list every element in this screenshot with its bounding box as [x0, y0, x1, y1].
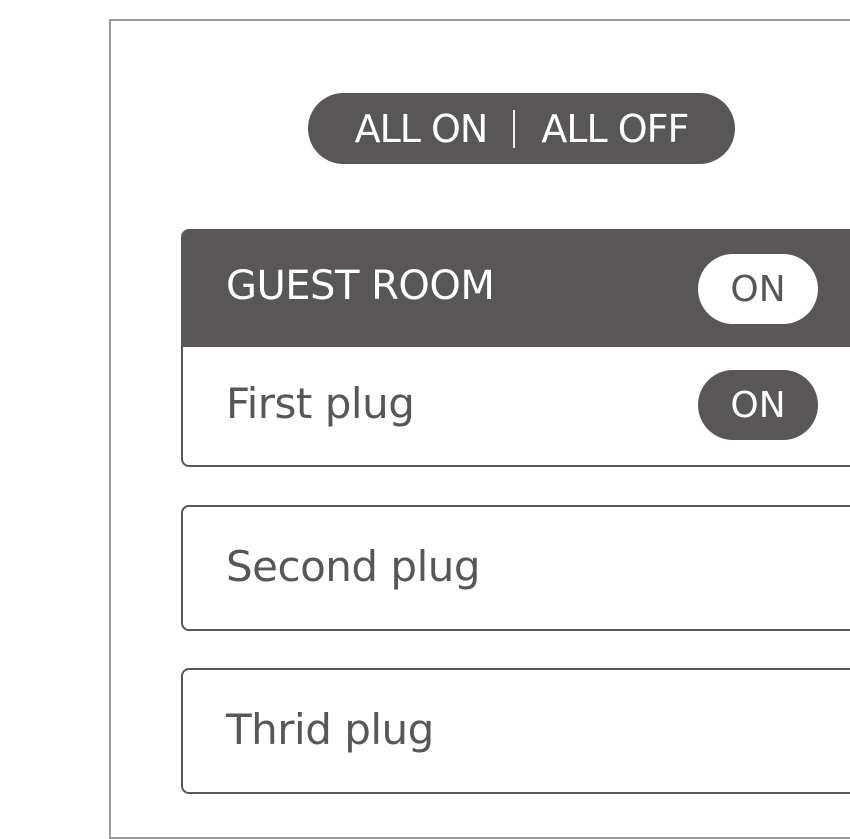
room-on-toggle[interactable]: ON	[698, 254, 818, 324]
all-off-button[interactable]: ALL OFF	[541, 107, 689, 151]
divider	[513, 109, 516, 148]
room-header: GUEST ROOM ON	[183, 231, 850, 347]
plug-card-third[interactable]: Thrid plug	[181, 668, 850, 794]
plug-card-second[interactable]: Second plug	[181, 505, 850, 631]
all-toggle-group: ALL ON ALL OFF	[308, 93, 735, 164]
plug-label: First plug	[226, 379, 415, 428]
room-card-guest-room: GUEST ROOM ON First plug ON	[181, 229, 850, 467]
plug-row-first[interactable]: First plug ON	[183, 347, 850, 465]
room-title: GUEST ROOM	[226, 263, 495, 309]
all-on-button[interactable]: ALL ON	[355, 107, 489, 151]
plug-on-toggle[interactable]: ON	[698, 370, 818, 440]
plug-label: Thrid plug	[226, 705, 434, 754]
plug-label: Second plug	[226, 542, 481, 591]
